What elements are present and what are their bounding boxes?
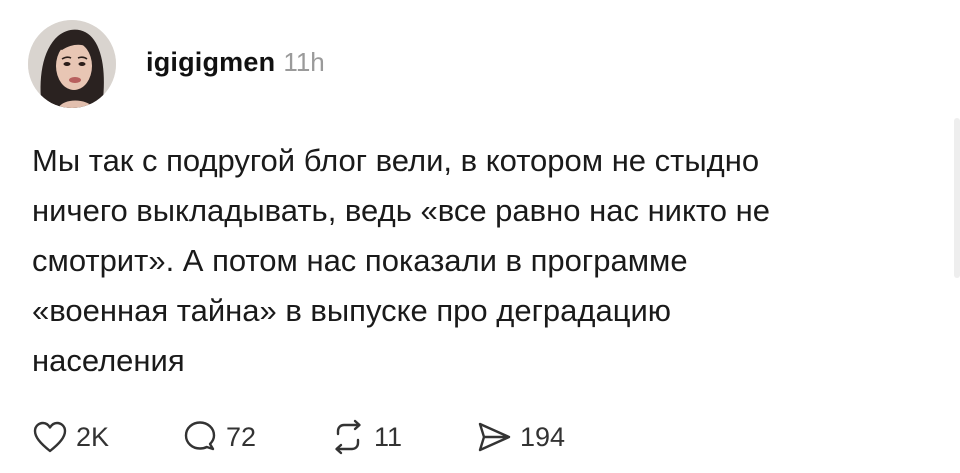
post-card: igigigmen 11h Мы так с подругой блог вел… [0,0,960,473]
like-count: 2K [76,421,110,452]
repost-button[interactable]: 11 [328,417,474,457]
reply-count: 72 [226,421,257,452]
avatar[interactable] [28,20,116,108]
like-button[interactable]: 2K [30,417,180,457]
heart-icon [30,417,70,457]
post-header: igigigmen 11h [28,20,325,108]
post-text: Мы так с подругой блог вели, в котором н… [32,143,770,378]
post-meta: igigigmen 11h [146,47,325,78]
repost-arrows-icon [328,417,368,457]
send-icon [474,417,514,457]
comment-bubble-icon [180,417,220,457]
avatar-image [28,20,116,108]
post-actions: 2K 72 11 194 [30,412,614,462]
post-timestamp: 11h [283,46,325,77]
repost-count: 11 [374,421,403,452]
scrollbar[interactable] [954,118,960,278]
username[interactable]: igigigmen [146,47,275,78]
reply-button[interactable]: 72 [180,417,328,457]
share-count: 194 [520,421,566,452]
share-button[interactable]: 194 [474,417,614,457]
